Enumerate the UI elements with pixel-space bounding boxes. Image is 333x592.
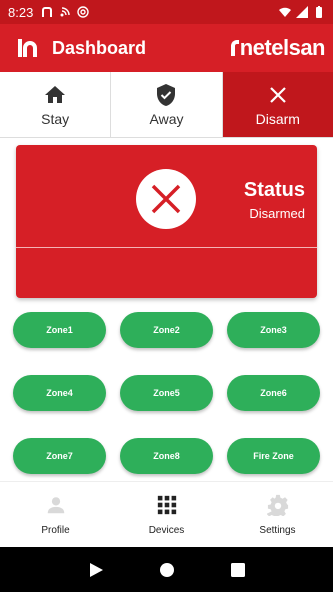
zone-3-button[interactable]: Zone3 [227, 312, 320, 348]
back-icon[interactable] [87, 561, 105, 579]
nav-settings-label: Settings [259, 524, 296, 536]
zone-6-button[interactable]: Zone6 [227, 375, 320, 411]
zone-5-button[interactable]: Zone5 [120, 375, 213, 411]
fire-zone-button[interactable]: Fire Zone [227, 438, 320, 474]
zone-row: Zone1 Zone2 Zone3 [13, 312, 320, 348]
home-circle-icon[interactable] [158, 561, 176, 579]
battery-icon [316, 6, 322, 18]
status-time: 8:23 [8, 4, 34, 20]
mode-disarm-button[interactable]: Disarm [222, 72, 333, 137]
wifi-icon [279, 7, 291, 17]
bottom-nav: Profile Devices Settings [0, 481, 333, 547]
zone-7-button[interactable]: Zone7 [13, 438, 106, 474]
mode-stay-button[interactable]: Stay [0, 72, 112, 137]
zone-row: Zone4 Zone5 Zone6 [13, 375, 320, 411]
zone-row: Zone7 Zone8 Fire Zone [13, 438, 320, 474]
mode-stay-label: Stay [41, 110, 70, 127]
zone-1-button[interactable]: Zone1 [13, 312, 106, 348]
brand-mark-icon [230, 40, 239, 56]
arm-mode-tabs: Stay Away Disarm [0, 72, 333, 138]
n-logo-icon [42, 7, 53, 17]
page-title: Dashboard [52, 37, 147, 58]
zone-4-button[interactable]: Zone4 [13, 375, 106, 411]
status-card: Status Disarmed [16, 145, 317, 298]
nav-profile-label: Profile [41, 524, 70, 536]
brand-name: netelsan [239, 35, 326, 60]
mode-away-button[interactable]: Away [111, 72, 223, 137]
recents-icon[interactable] [229, 561, 247, 579]
signal-icon [296, 6, 308, 18]
person-icon [47, 496, 64, 513]
status-value: Disarmed [249, 206, 305, 221]
status-divider [16, 247, 317, 248]
brand-logo: netelsan [230, 35, 326, 61]
grid-icon [157, 495, 176, 514]
home-icon [45, 85, 66, 103]
nav-devices[interactable]: Devices [111, 482, 222, 547]
shield-check-icon [157, 83, 176, 106]
app-bar: Dashboard netelsan [0, 24, 333, 72]
zone-grid: Zone1 Zone2 Zone3 Zone4 Zone5 Zone6 Zone… [13, 312, 320, 501]
wifi-small-icon [60, 7, 71, 17]
app-logo-icon [18, 39, 37, 57]
gear-icon [266, 494, 288, 516]
zone-8-button[interactable]: Zone8 [120, 438, 213, 474]
nav-profile[interactable]: Profile [0, 482, 111, 547]
status-indicator [136, 169, 196, 229]
nav-devices-label: Devices [148, 524, 185, 536]
x-circle-icon [151, 184, 181, 214]
status-title: Status [243, 179, 305, 201]
status-bar: 8:23 [0, 0, 333, 24]
mode-away-label: Away [149, 110, 184, 127]
at-sign-icon [77, 6, 90, 18]
zone-2-button[interactable]: Zone2 [120, 312, 213, 348]
mode-disarm-label: Disarm [255, 110, 300, 127]
close-icon [270, 86, 286, 103]
system-nav-bar [0, 547, 333, 592]
nav-settings[interactable]: Settings [222, 482, 333, 547]
